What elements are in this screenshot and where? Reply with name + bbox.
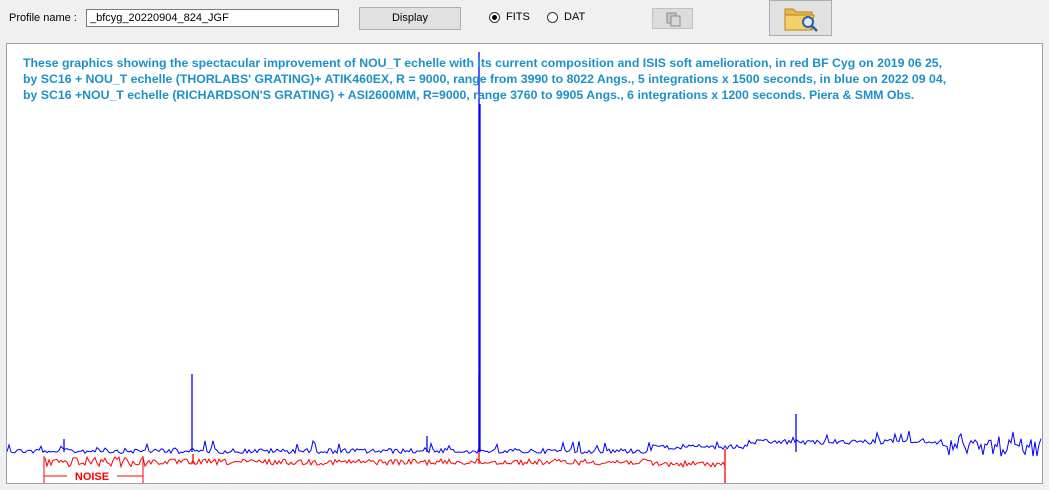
toolbar: Profile name : Display FITS DAT (0, 0, 1049, 40)
folder-search-icon (784, 8, 818, 32)
noise-label: NOISE (75, 471, 109, 483)
plot-caption: These graphics showing the spectacular i… (23, 55, 1038, 103)
caption-line-2: by SC16 + NOU_T echelle (THORLABS' GRATI… (23, 72, 947, 86)
profile-name-input[interactable] (86, 9, 339, 27)
radio-fits-label: FITS (506, 11, 530, 23)
red-spectrum-group (44, 374, 726, 483)
spectrum-canvas: NOISE (7, 52, 1042, 483)
blue-spectrum-line (7, 430, 1042, 457)
profile-name-label: Profile name : (9, 12, 77, 24)
spectrum-plot: NOISE These graphics showing the spectac… (6, 43, 1043, 484)
radio-dat-indicator[interactable] (547, 11, 558, 23)
caption-line-3: by SC16 +NOU_T echelle (RICHARDSON'S GRA… (23, 88, 915, 102)
radio-fits-indicator[interactable] (489, 11, 500, 23)
radio-dat[interactable]: DAT (547, 11, 585, 23)
blue-spectrum-group (7, 52, 1042, 457)
display-button[interactable]: Display (359, 7, 461, 30)
radio-dat-label: DAT (564, 11, 586, 23)
copy-icon (666, 12, 681, 27)
red-spectrum-line (44, 455, 726, 469)
open-folder-button[interactable] (769, 0, 832, 36)
caption-line-1: These graphics showing the spectacular i… (23, 56, 943, 70)
copy-button[interactable] (652, 8, 693, 29)
radio-fits[interactable]: FITS (489, 11, 530, 23)
